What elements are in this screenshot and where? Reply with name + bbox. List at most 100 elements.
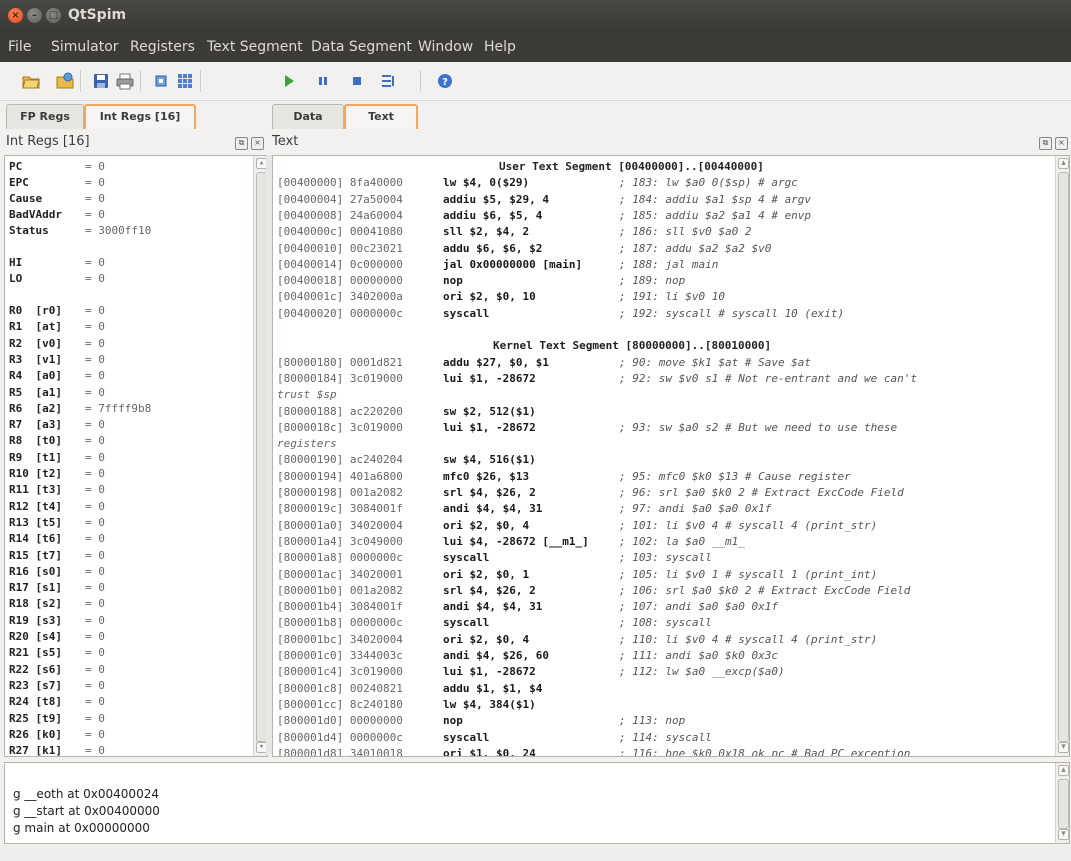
listing-line[interactable]: [800001b4] 3084001f andi $4, $4, 31 ; 107:… [277, 600, 778, 616]
register-row: R16 [s0] = 0 [9, 565, 105, 581]
register-row: R1 [at] = 0 [9, 320, 105, 336]
tab-data[interactable]: Data [272, 104, 344, 129]
single-step-icon[interactable] [380, 72, 398, 90]
listing-line[interactable]: [00400004] 27a50004 addiu $5, $29, 4 ; 184… [277, 193, 811, 209]
register-name: LO [9, 272, 23, 285]
run-icon[interactable] [280, 72, 298, 90]
listing-line[interactable]: [800001c0] 3344003c andi $4, $26, 60 ; 111… [277, 649, 778, 665]
menu-bar: File Simulator Registers Text Segment Da… [0, 32, 1071, 62]
listing-line[interactable]: [800001a0] 34020004 ori $2, $0, 4 ; 101: l… [277, 519, 877, 535]
listing-line[interactable]: [800001a4] 3c049000 lui $4, -28672 [__m1_… [277, 535, 745, 551]
register-name: R18 [s2] [9, 597, 62, 611]
listing-line[interactable]: [800001bc] 34020004 ori $2, $0, 4 ; 110: l… [277, 633, 877, 649]
scroll-down-icon[interactable]: ▾ [1058, 829, 1069, 840]
menu-window[interactable]: Window [418, 39, 473, 55]
register-value: = 0 [85, 256, 105, 269]
listing-line[interactable]: [80000190] ac240204 sw $4, 516($1) [277, 453, 536, 469]
tab-int-regs[interactable]: Int Regs [16] [84, 104, 196, 129]
tab-fp-regs[interactable]: FP Regs [6, 104, 84, 129]
print-icon[interactable] [116, 72, 134, 90]
scroll-down-icon[interactable]: ▾ [1058, 742, 1069, 753]
scrollbar-thumb[interactable] [1058, 172, 1069, 742]
listing-line[interactable]: [00400014] 0c000000 jal 0x00000000 [main]… [277, 258, 718, 274]
address-code: [800001cc] 8c240180 [277, 697, 403, 711]
listing-line[interactable]: [8000019c] 3084001f andi $4, $4, 31 ; 97: … [277, 502, 771, 518]
register-value: = 7ffff9b8 [85, 401, 152, 415]
instruction: srl $4, $26, 2 [443, 486, 536, 499]
address-code: [800001b0] 001a2082 [277, 583, 403, 597]
listing-line[interactable]: [00400020] 0000000c syscall ; 192: syscall… [277, 307, 844, 323]
instruction: addu $27, $0, $1 [443, 355, 549, 369]
register-value: = 0 [85, 646, 105, 660]
listing-line[interactable]: [80000188] ac220200 sw $2, 512($1) [277, 405, 536, 421]
listing-continuation: trust $sp [277, 388, 337, 402]
scrollbar-thumb[interactable] [1058, 779, 1069, 829]
scroll-up-icon[interactable]: ▴ [1058, 765, 1069, 776]
listing-line[interactable]: [800001b8] 0000000c syscall ; 108: syscall [277, 616, 712, 632]
register-name: R10 [t2] [9, 467, 62, 480]
menu-data-segment[interactable]: Data Segment [311, 39, 412, 55]
instruction: andi $4, $26, 60 [443, 649, 549, 662]
listing-line[interactable]: [8000018c] 3c019000 lui $1, -28672 ; 93: s… [277, 421, 897, 437]
instruction: srl $4, $26, 2 [443, 583, 536, 597]
register-value: = 0 [85, 450, 105, 464]
clear-registers-icon[interactable] [152, 72, 170, 90]
stop-icon[interactable] [348, 72, 366, 90]
scroll-up-icon[interactable]: ▴ [1058, 158, 1069, 169]
messages-scrollbar[interactable]: ▴ ▾ [1055, 763, 1069, 843]
minimize-window-icon[interactable]: – [27, 8, 42, 23]
listing-line[interactable]: [80000194] 401a6800 mfc0 $26, $13 ; 95: mf… [277, 470, 851, 486]
float-panel-icon[interactable]: ⧉ [1039, 137, 1052, 150]
register-value: = 0 [85, 160, 105, 173]
register-row: R19 [s3] = 0 [9, 614, 105, 630]
title-bar: × – □ QtSpim [0, 0, 1071, 32]
memory-grid-icon[interactable] [176, 72, 194, 90]
register-name: R3 [v1] [9, 352, 62, 366]
listing-line[interactable]: [800001c8] 00240821 addu $1, $1, $4 [277, 682, 542, 698]
listing-line[interactable]: [0040001c] 3402000a ori $2, $0, 10 ; 191: … [277, 290, 725, 306]
pause-icon[interactable] [314, 72, 332, 90]
save-icon[interactable] [92, 72, 110, 90]
listing-line[interactable]: [800001d4] 0000000c syscall ; 114: syscall [277, 731, 712, 747]
listing-line[interactable]: [0040000c] 00041080 sll $2, $4, 2 ; 186: s… [277, 225, 751, 241]
registers-pane: PC = 0 EPC = 0 Cause = 0 BadVAddr = 0 Status = 30… [4, 155, 268, 757]
open-folder-icon[interactable] [22, 72, 40, 90]
menu-file[interactable]: File [8, 39, 31, 55]
listing-line[interactable]: [00400010] 00c23021 addu $6, $6, $2 ; 187:… [277, 242, 771, 258]
close-panel-icon[interactable]: × [251, 137, 264, 150]
close-panel-icon[interactable]: × [1055, 137, 1068, 150]
listing-line[interactable]: [800001cc] 8c240180 lw $4, 384($1) [277, 697, 536, 714]
listing-line[interactable]: [800001d8] 34010018 ori $1, $0, 24 ; 116: … [277, 747, 910, 756]
menu-text-segment[interactable]: Text Segment [207, 39, 303, 55]
register-name: R11 [t3] [9, 483, 62, 497]
source-comment: ; 97: andi $a0 $a0 0x1f [619, 502, 772, 516]
listing-line[interactable]: [00400018] 00000000 nop ; 189: nop [277, 274, 685, 290]
menu-simulator[interactable]: Simulator [51, 39, 119, 55]
source-comment: ; 183: lw $a0 0($sp) # argc [619, 176, 798, 190]
address-code: [80000184] 3c019000 [277, 371, 403, 385]
listing-line[interactable]: [800001c4] 3c019000 lui $1, -28672 ; 112: … [277, 665, 785, 681]
register-name: R1 [at] [9, 320, 62, 334]
source-comment: ; 92: sw $v0 s1 # Not re-entrant and we … [619, 371, 918, 385]
float-panel-icon[interactable]: ⧉ [235, 137, 248, 150]
listing-line[interactable]: [800001b0] 001a2082 srl $4, $26, 2 ; 106: … [277, 583, 910, 600]
listing-line[interactable]: [00400008] 24a60004 addiu $6, $5, 4 ; 185:… [277, 209, 811, 225]
messages-pane: g __eoth at 0x00400024 g __start at 0x00… [4, 762, 1070, 844]
listing-line[interactable]: [800001ac] 34020001 ori $2, $0, 1 ; 105: l… [277, 568, 877, 584]
menu-help[interactable]: Help [484, 39, 516, 55]
listing-line[interactable]: [80000184] 3c019000 lui $1, -28672 ; 92: s… [277, 371, 917, 388]
reload-icon[interactable] [56, 72, 74, 90]
listing-line[interactable]: [00400000] 8fa40000 lw $4, 0($29) ; 183: l… [277, 176, 798, 192]
menu-registers[interactable]: Registers [130, 39, 195, 55]
register-value: = 3000ff10 [85, 224, 152, 237]
tab-text[interactable]: Text [344, 104, 418, 129]
maximize-window-icon[interactable]: □ [46, 8, 61, 23]
text-scrollbar[interactable]: ▴ ▾ [1055, 156, 1069, 756]
listing-line[interactable]: [800001d0] 00000000 nop ; 113: nop [277, 714, 685, 730]
listing-line[interactable]: [80000180] 0001d821 addu $27, $0, $1 ; 90:… [277, 356, 811, 372]
help-icon[interactable]: ? [436, 72, 454, 90]
close-window-icon[interactable]: × [8, 8, 23, 23]
listing-line[interactable]: [80000198] 001a2082 srl $4, $26, 2 ; 96: s… [277, 486, 904, 502]
instruction: lui $1, -28672 [443, 371, 536, 385]
listing-line[interactable]: [800001a8] 0000000c syscall ; 103: syscall [277, 551, 712, 567]
